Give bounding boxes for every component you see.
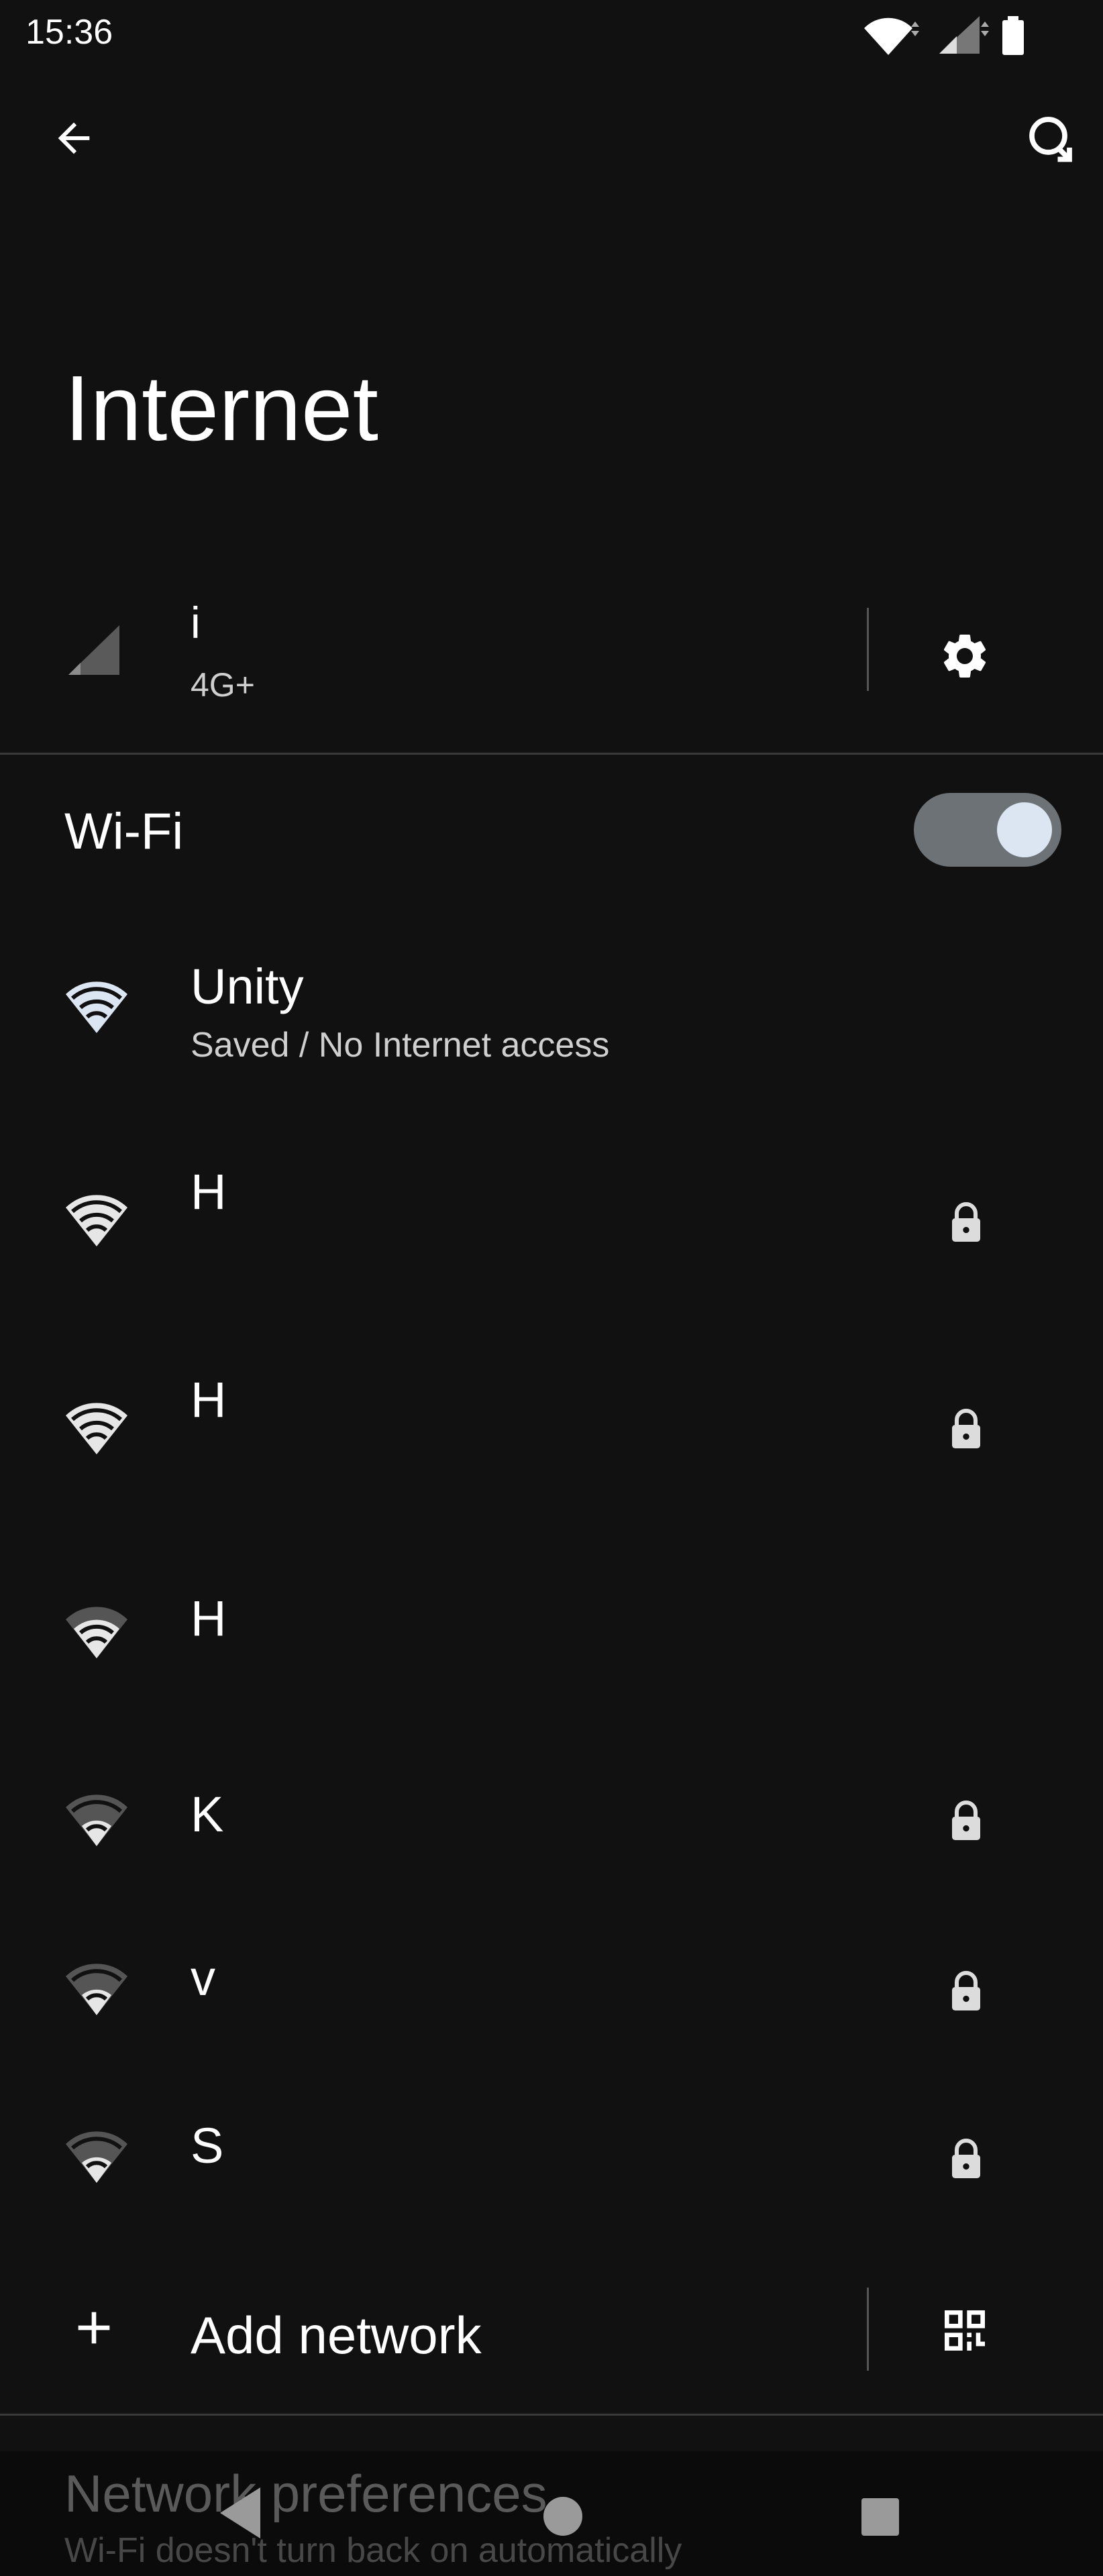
network-name: H (191, 1372, 227, 1428)
refresh-icon (1029, 117, 1072, 162)
wifi-signal-icon (66, 981, 127, 1033)
wifi-network-item[interactable]: Unity Saved / No Internet access (0, 945, 1103, 1099)
wifi-network-item[interactable]: S (0, 2118, 1103, 2267)
refresh-button[interactable] (1018, 106, 1083, 170)
arrow-back-icon (58, 122, 90, 154)
wifi-network-item[interactable]: H (0, 1154, 1103, 1315)
qr-code-add-button[interactable] (933, 2298, 997, 2363)
mobile-network-type: 4G+ (191, 666, 255, 704)
wifi-status-icon (864, 17, 919, 55)
wifi-network-item[interactable]: H (0, 1576, 1103, 1731)
nav-recents-button[interactable] (861, 2498, 899, 2536)
wifi-network-item[interactable]: K (0, 1784, 1103, 1932)
network-name: H (191, 1591, 227, 1646)
network-name: H (191, 1164, 227, 1220)
network-name: K (191, 1786, 224, 1842)
toggle-knob (997, 802, 1052, 857)
lock-icon (952, 1801, 980, 1840)
wifi-signal-icon (66, 1403, 127, 1454)
wifi-signal-icon (66, 1195, 127, 1246)
lock-icon (952, 2139, 980, 2178)
nav-home-button[interactable] (543, 2497, 582, 2536)
battery-icon (1002, 16, 1024, 55)
mobile-carrier-name: i (191, 598, 201, 647)
wifi-signal-icon (66, 1794, 127, 1846)
add-network-row[interactable]: Add network (0, 2270, 1103, 2404)
add-network-label: Add network (191, 2306, 482, 2365)
divider (0, 2414, 1103, 2416)
mobile-network-row[interactable]: i 4G+ (0, 577, 1103, 745)
lock-icon (952, 1202, 980, 1242)
lock-icon (952, 1409, 980, 1448)
plus-icon (78, 2312, 110, 2344)
qr-code-add-icon (945, 2310, 985, 2351)
vertical-divider (867, 2288, 869, 2371)
page-title: Internet (64, 357, 378, 460)
status-time: 15:36 (25, 13, 113, 52)
wifi-signal-icon (66, 1964, 127, 2015)
nav-back-icon[interactable] (216, 2485, 263, 2541)
lock-icon (952, 1971, 980, 2010)
wifi-label: Wi-Fi (64, 803, 184, 860)
internet-settings-screen: 15:36 Internet i 4G+ Wi-Fi Unity Saved /… (0, 0, 1103, 2576)
divider (0, 753, 1103, 755)
wifi-signal-icon (66, 2131, 127, 2183)
wifi-network-item[interactable]: v (0, 1950, 1103, 2100)
mobile-settings-button[interactable] (933, 624, 997, 688)
network-name: Unity (191, 959, 304, 1014)
status-icons (861, 11, 1103, 58)
gear-icon (943, 635, 986, 678)
wifi-signal-icon (66, 1607, 127, 1658)
wifi-toggle-switch[interactable] (914, 793, 1061, 867)
vertical-divider (867, 608, 869, 691)
wifi-network-item[interactable]: H (0, 1362, 1103, 1523)
cell-signal-status-icon (939, 16, 989, 54)
navigation-bar (0, 2451, 1103, 2576)
network-name: S (191, 2118, 224, 2174)
back-button[interactable] (42, 106, 106, 170)
status-bar: 15:36 (0, 0, 1103, 67)
network-status: Saved / No Internet access (191, 1026, 610, 1065)
network-name: v (191, 1950, 215, 2006)
cell-signal-icon (68, 625, 119, 675)
wifi-toggle-row[interactable]: Wi-Fi (0, 755, 1103, 903)
